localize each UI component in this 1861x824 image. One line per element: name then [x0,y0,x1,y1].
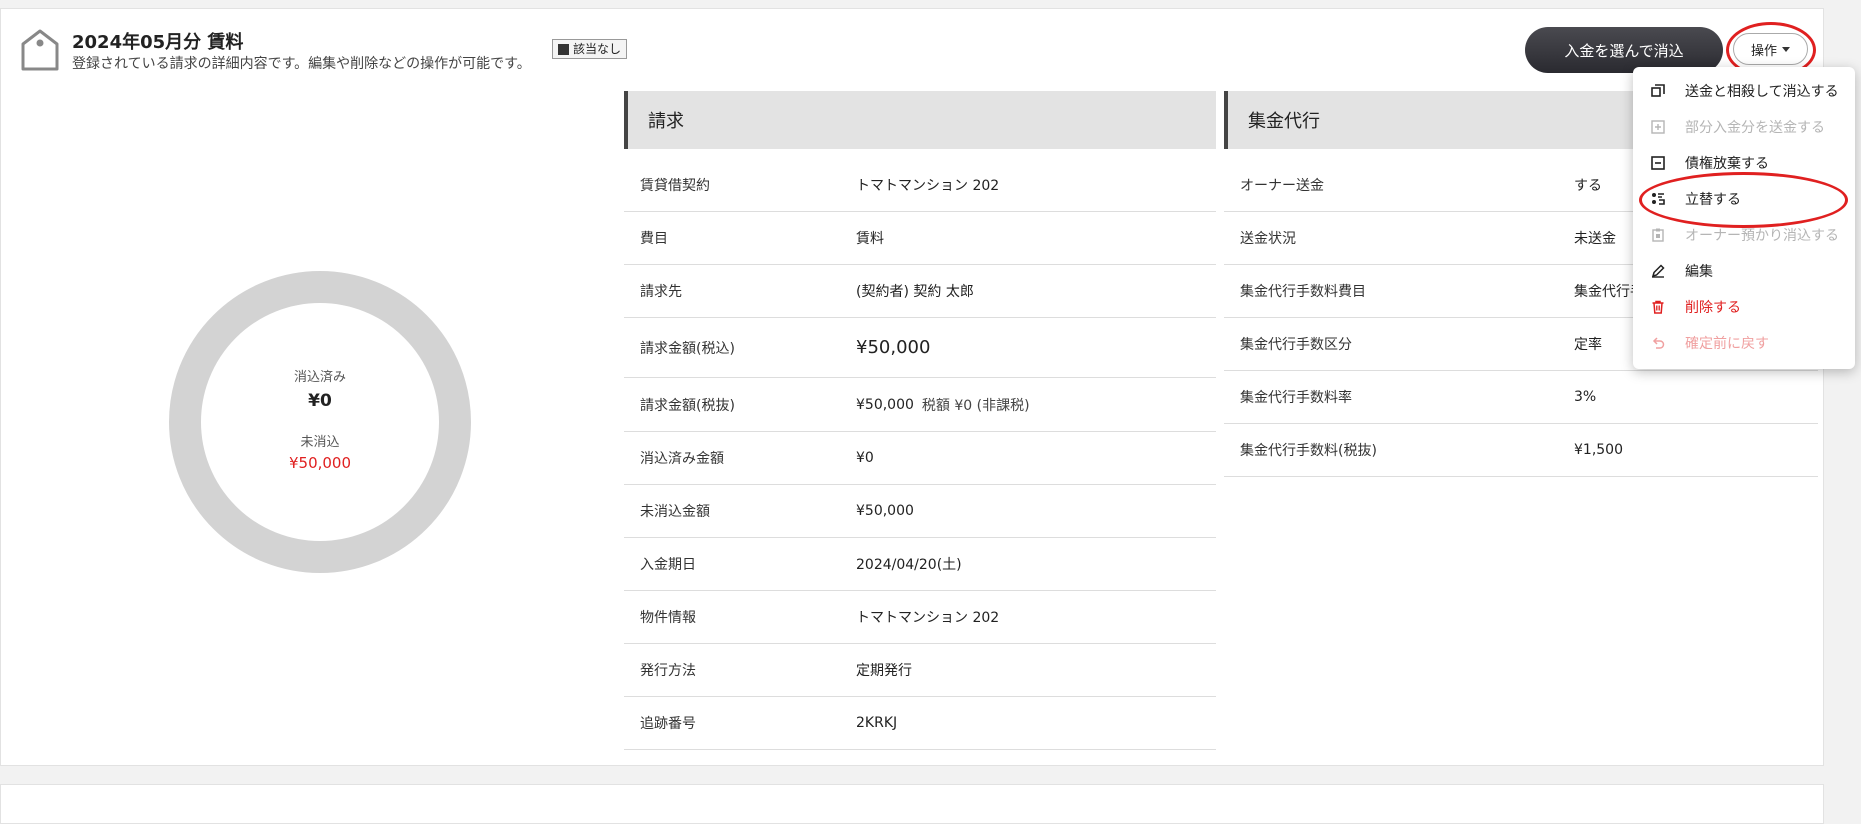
trash-icon [1650,299,1666,315]
clipboard-icon [1650,227,1666,243]
billing-row-reconciled: 消込済み金額 ¥0 [624,432,1216,485]
menu-item-owner-custody-reconcile[interactable]: オーナー預かり消込する [1633,217,1855,253]
row-value: ¥1,500 [1574,442,1623,458]
billing-row-tracking: 追跡番号 2KRKJ [624,697,1216,750]
operations-button-label: 操作 [1750,43,1777,59]
tax-note: 税額 ¥0 (非課税) [921,397,1030,414]
row-value: 2024/04/20(土) [856,557,962,573]
menu-item-advance-payment[interactable]: 立替する [1633,181,1855,217]
reconciliation-donut: 消込済み ¥0 未消込 ¥50,000 [168,270,472,574]
billing-table: 賃貸借契約 トマトマンション 202 費目 賃料 請求先 (契約者) 契約 太郎… [624,159,1216,750]
contract-link[interactable]: トマトマンション 202 [856,175,999,195]
row-value: (契約者) 契約 太郎 [856,284,974,300]
unreconciled-value: ¥50,000 [288,454,352,472]
menu-item-label: 部分入金分を送金する [1685,120,1825,136]
billing-panel-title: 請求 [648,111,684,132]
menu-item-waive-claim[interactable]: 債権放棄する [1633,145,1855,181]
row-value: トマトマンション 202 [856,610,1000,626]
row-label: 請求金額(税込) [640,340,735,357]
row-value: 定率 [1574,337,1602,353]
menu-item-delete[interactable]: 削除する [1633,289,1855,325]
row-label: 消込済み金額 [640,451,724,467]
row-label: 追跡番号 [640,716,696,732]
minus-square-icon [1650,155,1666,171]
reconciled-label: 消込済み [293,370,346,385]
row-value: ¥0 [856,450,874,466]
plus-square-icon [1650,119,1666,135]
menu-item-label: 削除する [1685,300,1741,316]
menu-item-label: 送金と相殺して消込する [1685,84,1839,100]
row-label: 集金代行手数料費目 [1240,284,1366,300]
price-tag-icon [21,29,59,71]
menu-item-revert[interactable]: 確定前に戻す [1633,325,1855,361]
pencil-icon [1650,263,1666,279]
row-value: ¥50,000 [856,337,931,358]
billing-row-contract: 賃貸借契約 トマトマンション 202 [624,159,1216,212]
row-label: 入金期日 [640,557,696,573]
row-label: 送金状況 [1240,231,1296,247]
row-value: ¥50,000 [856,503,914,519]
status-badge: 該当なし [552,39,628,59]
offset-icon [1650,83,1666,99]
collection-row-fee-rate: 集金代行手数料率 3% [1224,371,1818,424]
row-value: 賃料 [856,231,884,247]
billing-row-amount-excl: 請求金額(税抜) ¥50,000 税額 ¥0 (非課税) [624,378,1216,432]
row-label: 集金代行手数料(税抜) [1240,443,1377,459]
billing-row-issue-method: 発行方法 定期発行 [624,644,1216,697]
billing-row-payer: 請求先 (契約者) 契約 太郎 [624,265,1216,318]
menu-item-label: 債権放棄する [1685,156,1769,172]
row-value: 定期発行 [856,663,912,679]
unreconciled-label: 未消込 [300,435,340,450]
menu-item-label: 編集 [1685,264,1713,280]
row-label: 請求先 [640,284,682,300]
row-label: 発行方法 [640,663,696,679]
menu-item-partial-remit[interactable]: 部分入金分を送金する [1633,109,1855,145]
menu-item-label: オーナー預かり消込する [1685,228,1839,244]
billing-row-unreconciled: 未消込金額 ¥50,000 [624,485,1216,538]
status-badge-label: 該当なし [573,42,622,56]
billing-row-amount-incl: 請求金額(税込) ¥50,000 [624,318,1216,378]
row-label: 請求金額(税抜) [640,397,735,414]
menu-item-label: 確定前に戻す [1685,336,1769,352]
page-title: 2024年05月分 賃料 [72,32,244,53]
row-value: 2KRKJ [856,715,898,731]
caret-down-icon [1782,46,1790,52]
row-value: ¥50,000 [856,396,914,413]
row-label: 集金代行手数区分 [1240,337,1352,353]
advance-icon [1650,191,1666,207]
row-label: 費目 [640,231,668,247]
row-label: 賃貸借契約 [640,178,710,194]
billing-row-due-date: 入金期日 2024/04/20(土) [624,538,1216,591]
undo-icon [1650,335,1666,351]
menu-item-label: 立替する [1685,192,1741,208]
menu-item-offset-reconcile[interactable]: 送金と相殺して消込する [1633,73,1855,109]
row-label: 未消込金額 [640,504,710,520]
menu-item-edit[interactable]: 編集 [1633,253,1855,289]
reconciled-value: ¥0 [308,391,332,411]
collection-row-fee-amount: 集金代行手数料(税抜) ¥1,500 [1224,424,1818,477]
billing-row-property: 物件情報 トマトマンション 202 [624,591,1216,644]
row-value: 未送金 [1574,231,1616,247]
row-label: オーナー送金 [1240,178,1324,194]
row-label: 集金代行手数料率 [1240,390,1352,406]
next-card [0,784,1824,824]
billing-row-item: 費目 賃料 [624,212,1216,265]
billing-panel-header: 請求 [624,91,1216,149]
collection-panel-title: 集金代行 [1248,111,1320,132]
row-label: 物件情報 [640,610,696,626]
square-icon [558,43,569,55]
row-value: 3% [1574,389,1597,405]
operations-dropdown-menu: 送金と相殺して消込する 部分入金分を送金する 債権放棄する 立替する オーナー預… [1633,67,1855,369]
operations-button[interactable]: 操作 [1733,33,1808,65]
page-subtitle: 登録されている請求の詳細内容です。編集や削除などの操作が可能です。 [72,56,531,72]
row-value: する [1574,178,1602,194]
